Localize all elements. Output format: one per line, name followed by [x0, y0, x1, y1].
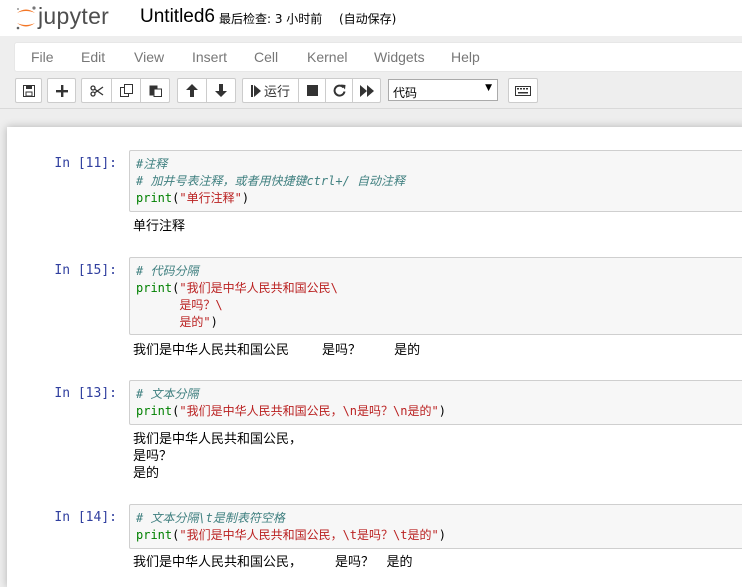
run-button[interactable]: 运行 — [242, 78, 299, 103]
stop-icon — [306, 85, 318, 96]
code-line: 是吗？\ — [136, 298, 223, 312]
menu-kernel[interactable]: Kernel — [307, 49, 347, 65]
cut-button[interactable] — [81, 78, 112, 103]
floppy-icon — [22, 84, 35, 97]
code-input-area[interactable]: # 文本分隔 print("我们是中华人民共和国公民，\n是吗？\n是的") — [129, 380, 742, 425]
menu-view[interactable]: View — [134, 49, 164, 65]
arrow-up-icon — [186, 84, 198, 97]
menu-cell[interactable]: Cell — [254, 49, 278, 65]
toolbar-save-group — [15, 78, 42, 103]
arrow-down-icon — [215, 84, 227, 97]
restart-icon — [333, 84, 345, 97]
code-line: print("单行注释") — [136, 191, 250, 205]
code-line: print("我们是中华人民共和国公民，\t是吗？\t是的") — [136, 528, 446, 542]
code-input-area[interactable]: #注释 # 加井号表注释，或者用快捷键ctrl+/ 自动注释 print("单行… — [129, 150, 742, 212]
jupyter-logo[interactable]: jupyter — [14, 3, 126, 32]
toolbar-run-group: 运行 — [242, 78, 381, 103]
cell-prompt: In [11]: — [54, 156, 117, 171]
step-forward-icon — [250, 84, 261, 97]
code-line: # 代码分隔 — [136, 264, 199, 278]
save-button[interactable] — [15, 78, 42, 103]
fast-forward-icon — [359, 84, 374, 97]
notebook-container: In [11]: #注释 # 加井号表注释，或者用快捷键ctrl+/ 自动注释 … — [7, 127, 742, 587]
restart-button[interactable] — [325, 78, 353, 103]
copy-icon — [119, 84, 133, 97]
move-down-button[interactable] — [206, 78, 236, 103]
code-line: # 加井号表注释，或者用快捷键ctrl+/ 自动注释 — [136, 174, 406, 188]
scissors-icon — [89, 84, 103, 97]
run-all-button[interactable] — [352, 78, 381, 103]
autosave-status: (自动保存) — [339, 12, 397, 26]
cell-output: 我们是中华人民共和国公民， 是吗？ 是的 — [133, 555, 413, 570]
jupyter-logo-icon — [16, 6, 36, 30]
cell-output: 是吗？ — [133, 449, 173, 464]
code-line: # 文本分隔\t是制表符空格 — [136, 511, 285, 525]
code-line: print("我们是中华人民共和国公民\ — [136, 281, 338, 295]
header: jupyter Untitled6 最后检查: 3 小时前 (自动保存) — [0, 0, 742, 36]
move-up-button[interactable] — [177, 78, 207, 103]
cell-prompt: In [15]: — [54, 263, 117, 278]
toolbar-insert-group — [47, 78, 76, 103]
header-divider — [0, 108, 742, 109]
cell-output: 是的 — [133, 466, 160, 481]
menubar: File Edit View Insert Cell Kernel Widget… — [14, 42, 742, 72]
code-input-area[interactable]: # 文本分隔\t是制表符空格 print("我们是中华人民共和国公民，\t是吗？… — [129, 504, 742, 549]
code-line: #注释 — [136, 157, 168, 171]
paste-button[interactable] — [140, 78, 170, 103]
keyboard-icon — [515, 85, 531, 96]
menu-edit[interactable]: Edit — [81, 49, 105, 65]
command-palette-button[interactable] — [508, 78, 538, 103]
cell-output: 单行注释 — [133, 219, 186, 234]
cell-type-select[interactable]: 代码 ▼ — [388, 79, 498, 101]
dropdown-arrow-icon: ▼ — [485, 83, 492, 93]
cell-output: 我们是中华人民共和国公民， — [133, 432, 303, 447]
toolbar-palette-group — [508, 78, 538, 103]
insert-cell-button[interactable] — [47, 78, 76, 103]
logo-text: jupyter — [38, 3, 110, 29]
menu-file[interactable]: File — [31, 49, 54, 65]
interrupt-button[interactable] — [298, 78, 326, 103]
code-line: # 文本分隔 — [136, 387, 199, 401]
cell-prompt: In [13]: — [54, 386, 117, 401]
code-line: print("我们是中华人民共和国公民，\n是吗？\n是的") — [136, 404, 446, 418]
plus-icon — [55, 84, 68, 97]
cell-prompt: In [14]: — [54, 510, 117, 525]
menu-help[interactable]: Help — [451, 49, 480, 65]
copy-button[interactable] — [111, 78, 141, 103]
toolbar-edit-group — [81, 78, 170, 103]
code-input-area[interactable]: # 代码分隔 print("我们是中华人民共和国公民\ 是吗？\ 是的") — [129, 257, 742, 335]
menu-widgets[interactable]: Widgets — [374, 49, 425, 65]
code-line: 是的") — [136, 315, 218, 329]
checkpoint-status: 最后检查: 3 小时前 — [219, 12, 323, 26]
notebook-title[interactable]: Untitled6 — [140, 6, 215, 28]
cell-output: 我们是中华人民共和国公民 是吗？ 是的 — [133, 343, 421, 358]
menu-insert[interactable]: Insert — [192, 49, 227, 65]
run-label: 运行 — [263, 85, 290, 100]
cell-type-value: 代码 — [393, 86, 418, 100]
paste-icon — [149, 85, 162, 97]
toolbar-move-group — [177, 78, 236, 103]
